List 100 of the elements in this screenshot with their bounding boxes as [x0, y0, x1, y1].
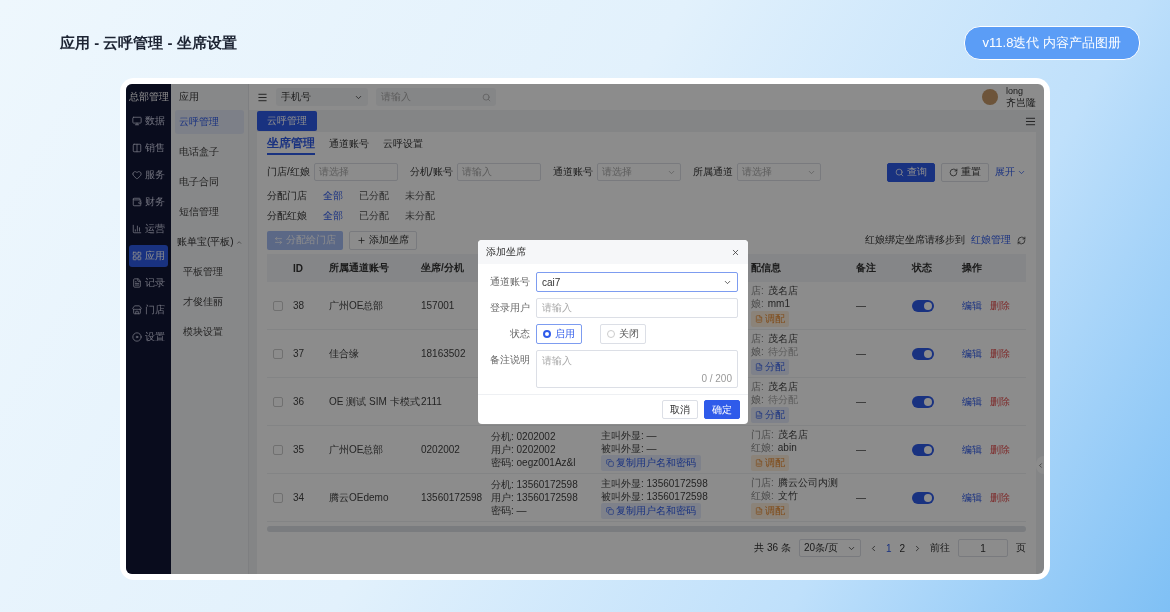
- tab[interactable]: 云呼设置: [383, 136, 423, 154]
- cancel-button[interactable]: 取消: [662, 400, 698, 419]
- assign-tag[interactable]: 调配: [751, 455, 789, 471]
- delete-link[interactable]: 删除: [990, 346, 1010, 361]
- field-label: 店:: [751, 332, 764, 345]
- sub-nav-item[interactable]: 平板管理: [175, 260, 244, 284]
- copy-button[interactable]: 复制用户名和密码: [601, 454, 701, 471]
- sub-nav-title: 应用: [178, 90, 200, 104]
- page-size-select[interactable]: 20条/页: [798, 539, 861, 557]
- segment-option[interactable]: 全部: [323, 189, 343, 203]
- close-icon[interactable]: [731, 247, 740, 257]
- menu-icon[interactable]: [257, 91, 268, 103]
- status-toggle[interactable]: [912, 299, 934, 312]
- nav-item[interactable]: 记录: [129, 272, 168, 294]
- columns-icon: [132, 143, 142, 153]
- field-value: mm1: [767, 297, 790, 310]
- matchmaker-link[interactable]: 红娘管理: [971, 233, 1011, 247]
- field-label: 通道账号: [489, 275, 530, 289]
- plus-icon: [357, 235, 366, 245]
- nav-item[interactable]: 销售: [129, 137, 168, 159]
- segment-option[interactable]: 已分配: [359, 209, 389, 223]
- row-checkbox[interactable]: [273, 492, 283, 503]
- page-input[interactable]: 1: [958, 539, 1008, 557]
- account-line: 密码: —: [491, 504, 527, 517]
- tab[interactable]: 通道账号: [329, 136, 369, 154]
- radio-option[interactable]: 关闭: [600, 324, 646, 344]
- total-count: 共 36 条: [754, 541, 791, 555]
- select-field[interactable]: cai7: [536, 272, 738, 292]
- page-tab[interactable]: 云呼管理: [257, 111, 317, 131]
- segment-option[interactable]: 未分配: [405, 189, 435, 203]
- sub-nav-item[interactable]: 电话盒子: [175, 140, 244, 164]
- edit-link[interactable]: 编辑: [962, 442, 982, 457]
- row-checkbox[interactable]: [273, 444, 283, 455]
- sub-nav-item[interactable]: 电子合同: [175, 170, 244, 194]
- sub-nav-item[interactable]: 云呼管理: [175, 110, 244, 134]
- status-toggle[interactable]: [912, 443, 934, 456]
- expand-link[interactable]: 展开: [995, 165, 1026, 179]
- input-field[interactable]: 请输入: [536, 298, 738, 318]
- page-number[interactable]: 1: [885, 542, 892, 554]
- collapse-handle[interactable]: [1036, 456, 1044, 474]
- sub-nav-group[interactable]: 账单宝(平板): [175, 230, 244, 254]
- list-icon[interactable]: [1025, 115, 1036, 127]
- nav-item[interactable]: 设置: [129, 326, 168, 348]
- nav-item[interactable]: 财务: [129, 191, 168, 213]
- textarea-field[interactable]: 请输入 0 / 200: [536, 350, 738, 388]
- edit-link[interactable]: 编辑: [962, 298, 982, 313]
- delete-link[interactable]: 删除: [990, 298, 1010, 313]
- delete-link[interactable]: 删除: [990, 490, 1010, 505]
- search-button[interactable]: 查询: [887, 162, 935, 182]
- table-cell-text: —: [856, 492, 867, 503]
- filter-label: 门店/红娘: [267, 165, 310, 179]
- status-toggle[interactable]: [912, 347, 934, 360]
- row-checkbox[interactable]: [273, 396, 283, 407]
- segment-option[interactable]: 已分配: [359, 189, 389, 203]
- segment-option[interactable]: 未分配: [405, 209, 435, 223]
- row-checkbox[interactable]: [273, 300, 283, 311]
- sub-nav-item[interactable]: 才俊佳丽: [175, 290, 244, 314]
- status-toggle[interactable]: [912, 491, 934, 504]
- nav-item[interactable]: 数据: [129, 110, 168, 132]
- edit-link[interactable]: 编辑: [962, 490, 982, 505]
- tab[interactable]: 坐席管理: [267, 135, 315, 155]
- nav-item[interactable]: 应用: [129, 245, 168, 267]
- segment-option[interactable]: 全部: [323, 209, 343, 223]
- delete-link[interactable]: 删除: [990, 394, 1010, 409]
- nav-item[interactable]: 门店: [129, 299, 168, 321]
- assign-tag[interactable]: 调配: [751, 311, 789, 327]
- refresh-icon[interactable]: [1017, 235, 1026, 245]
- table-cell-text: —: [856, 300, 867, 311]
- field-value: abin: [777, 441, 797, 454]
- sub-nav-item[interactable]: 模块设置: [175, 320, 244, 344]
- table-cell-text: 34: [293, 492, 306, 503]
- nav-item[interactable]: 运营: [129, 218, 168, 240]
- copy-button[interactable]: 复制用户名和密码: [601, 502, 701, 519]
- field-label: 备注说明: [489, 353, 530, 367]
- delete-link[interactable]: 删除: [990, 442, 1010, 457]
- edit-link[interactable]: 编辑: [962, 394, 982, 409]
- page-number[interactable]: 2: [899, 542, 905, 554]
- next-icon[interactable]: [913, 543, 922, 553]
- table-cell-text: 18163502: [421, 348, 467, 359]
- sub-nav-item[interactable]: 短信管理: [175, 200, 244, 224]
- type-select[interactable]: 手机号: [276, 88, 368, 106]
- sheet-icon: [755, 411, 763, 419]
- caller-id-line: 主叫外显: 13560172598: [601, 476, 708, 490]
- radio-option[interactable]: 启用: [536, 324, 582, 344]
- assign-tag[interactable]: 调配: [751, 503, 789, 519]
- reset-button[interactable]: 重置: [941, 162, 989, 182]
- nav-item[interactable]: 服务: [129, 164, 168, 186]
- disc-icon: [132, 332, 142, 342]
- row-checkbox[interactable]: [273, 348, 283, 359]
- add-seat-button[interactable]: 添加坐席: [349, 230, 417, 250]
- dialog-title: 添加坐席: [486, 245, 526, 259]
- confirm-button[interactable]: 确定: [704, 400, 740, 419]
- status-toggle[interactable]: [912, 395, 934, 408]
- assign-tag[interactable]: 分配: [751, 359, 789, 375]
- account-line: 分机: 13560172598: [491, 478, 578, 491]
- field-label: 店:: [751, 380, 764, 393]
- assign-tag[interactable]: 分配: [751, 407, 789, 423]
- monitor-icon: [132, 116, 142, 126]
- edit-link[interactable]: 编辑: [962, 346, 982, 361]
- sheet-icon: [755, 459, 763, 467]
